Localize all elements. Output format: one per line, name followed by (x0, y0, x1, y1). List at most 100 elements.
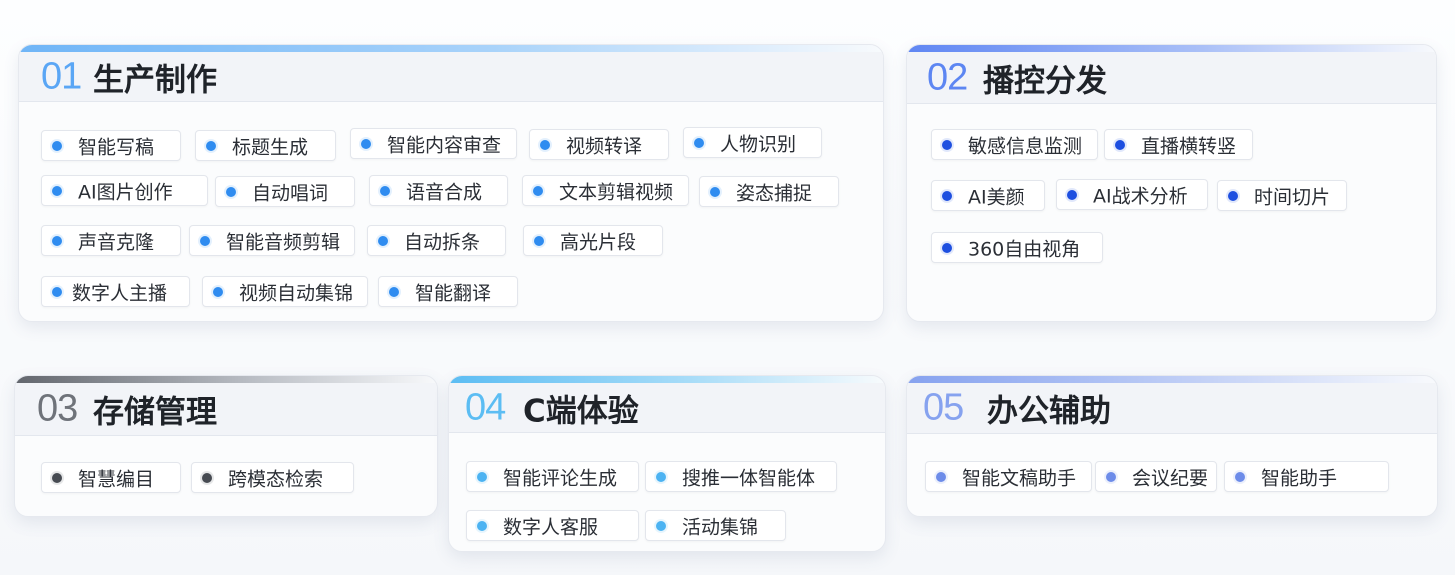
tag-item[interactable]: 人物识别 (683, 127, 822, 158)
tag-item[interactable]: 数字人主播 (41, 276, 190, 307)
tag-label: 直播横转竖 (1141, 135, 1237, 157)
bullet-dot-icon (936, 471, 946, 482)
bullet-dot-icon (534, 235, 544, 246)
tag-item[interactable]: 智能音频剪辑 (189, 225, 355, 256)
tag-label: AI美颜 (968, 186, 1025, 208)
section-accent-bar (19, 45, 883, 52)
bullet-dot-icon (200, 235, 210, 246)
section-accent-bar (15, 376, 437, 383)
tag-item[interactable]: 会议纪要 (1095, 461, 1217, 492)
bullet-dot-icon (206, 140, 216, 151)
bullet-dot-icon (1228, 190, 1238, 201)
tag-label: 智能写稿 (78, 136, 155, 158)
bullet-dot-icon (52, 472, 62, 483)
tag-label: 360自由视角 (968, 238, 1081, 260)
tag-item[interactable]: 时间切片 (1217, 180, 1347, 211)
section-number: 03 (37, 387, 78, 430)
section-header: 03 存储管理 (15, 383, 437, 436)
tag-label: 姿态捕捉 (736, 182, 813, 204)
bullet-dot-icon (477, 471, 487, 482)
section-header: 02 播控分发 (907, 52, 1436, 104)
section-number: 02 (927, 56, 968, 98)
tag-label: 活动集锦 (682, 516, 759, 538)
tag-label: 视频转译 (566, 135, 643, 157)
tag-label: 智能评论生成 (503, 467, 618, 489)
tag-label: 标题生成 (232, 136, 309, 158)
section-number: 04 (465, 386, 506, 428)
section-consumer: 04 C端体验 智能评论生成 搜推一体智能体 数字人客服 活动集锦 (448, 375, 886, 552)
tag-item[interactable]: AI美颜 (931, 180, 1045, 211)
tag-item[interactable]: 自动唱词 (215, 176, 355, 207)
section-number: 01 (41, 55, 82, 97)
tag-label: 数字人主播 (72, 282, 168, 304)
tag-item[interactable]: 直播横转竖 (1104, 129, 1253, 160)
section-title: 生产制作 (93, 62, 217, 98)
tag-item[interactable]: 活动集锦 (645, 510, 786, 541)
tag-item[interactable]: 自动拆条 (367, 225, 506, 256)
tag-label: 自动拆条 (404, 231, 481, 253)
tag-label: 自动唱词 (252, 182, 329, 204)
bullet-dot-icon (942, 190, 952, 201)
section-title: 办公辅助 (987, 393, 1111, 430)
section-storage: 03 存储管理 智慧编目 跨模态检索 (14, 375, 438, 517)
section-accent-bar (907, 45, 1436, 52)
tag-label: 数字人客服 (503, 516, 599, 538)
bullet-dot-icon (380, 185, 390, 196)
tag-item[interactable]: 智慧编目 (41, 462, 181, 493)
tag-label: 智慧编目 (78, 468, 155, 490)
bullet-dot-icon (942, 242, 952, 253)
bullet-dot-icon (1106, 471, 1116, 482)
tag-item[interactable]: 智能助手 (1224, 461, 1389, 492)
section-office: 05 办公辅助 智能文稿助手 会议纪要 智能助手 (906, 375, 1438, 517)
tag-item[interactable]: 姿态捕捉 (699, 176, 839, 207)
bullet-dot-icon (1115, 139, 1125, 150)
tag-item[interactable]: 标题生成 (195, 130, 336, 161)
tag-label: 智能助手 (1261, 467, 1338, 489)
tag-label: 声音克隆 (78, 231, 155, 253)
tag-item[interactable]: 声音克隆 (41, 225, 181, 256)
tag-item[interactable]: 语音合成 (369, 175, 508, 206)
tag-label: AI战术分析 (1093, 185, 1188, 207)
bullet-dot-icon (656, 520, 666, 531)
tag-label: 智能音频剪辑 (226, 231, 341, 253)
bullet-dot-icon (202, 472, 212, 483)
section-number: 05 (923, 386, 964, 429)
bullet-dot-icon (533, 185, 543, 196)
bullet-dot-icon (52, 185, 62, 196)
tag-item[interactable]: AI战术分析 (1056, 179, 1208, 210)
tag-label: 搜推一体智能体 (682, 467, 816, 489)
tag-item[interactable]: 智能评论生成 (466, 461, 639, 492)
section-accent-bar (907, 376, 1437, 383)
bullet-dot-icon (694, 137, 704, 148)
tag-item[interactable]: 高光片段 (523, 225, 663, 256)
tag-item[interactable]: AI图片创作 (41, 175, 208, 206)
capability-map: 01 生产制作 智能写稿 标题生成 智能内容审查 视频转译 人物识别 AI图片创… (0, 0, 1455, 575)
tag-item[interactable]: 数字人客服 (466, 510, 639, 541)
section-distribution: 02 播控分发 敏感信息监测 直播横转竖 AI美颜 AI战术分析 时间切片 36… (906, 44, 1437, 322)
bullet-dot-icon (710, 186, 720, 197)
section-header: 04 C端体验 (449, 383, 885, 433)
tag-item[interactable]: 搜推一体智能体 (645, 461, 837, 492)
tag-label: 人物识别 (720, 133, 797, 155)
tag-item[interactable]: 视频转译 (529, 129, 669, 160)
tag-item[interactable]: 敏感信息监测 (931, 129, 1098, 160)
tag-item[interactable]: 智能文稿助手 (925, 461, 1092, 492)
tag-label: 跨模态检索 (228, 468, 324, 490)
tag-item[interactable]: 视频自动集锦 (202, 276, 368, 307)
section-title: C端体验 (523, 393, 639, 429)
section-production: 01 生产制作 智能写稿 标题生成 智能内容审查 视频转译 人物识别 AI图片创… (18, 44, 884, 322)
tag-item[interactable]: 跨模态检索 (191, 462, 354, 493)
tag-item[interactable]: 文本剪辑视频 (522, 175, 689, 206)
tag-item[interactable]: 智能内容审查 (350, 128, 517, 159)
section-accent-bar (449, 376, 885, 383)
section-title: 播控分发 (983, 63, 1107, 99)
tag-item[interactable]: 智能翻译 (378, 276, 518, 307)
tag-label: 智能内容审查 (387, 134, 502, 156)
bullet-dot-icon (378, 235, 388, 246)
tag-label: 智能文稿助手 (962, 467, 1077, 489)
tag-item[interactable]: 智能写稿 (41, 130, 181, 161)
bullet-dot-icon (213, 286, 223, 297)
tag-item[interactable]: 360自由视角 (931, 232, 1103, 263)
bullet-dot-icon (52, 235, 62, 246)
bullet-dot-icon (226, 186, 236, 197)
